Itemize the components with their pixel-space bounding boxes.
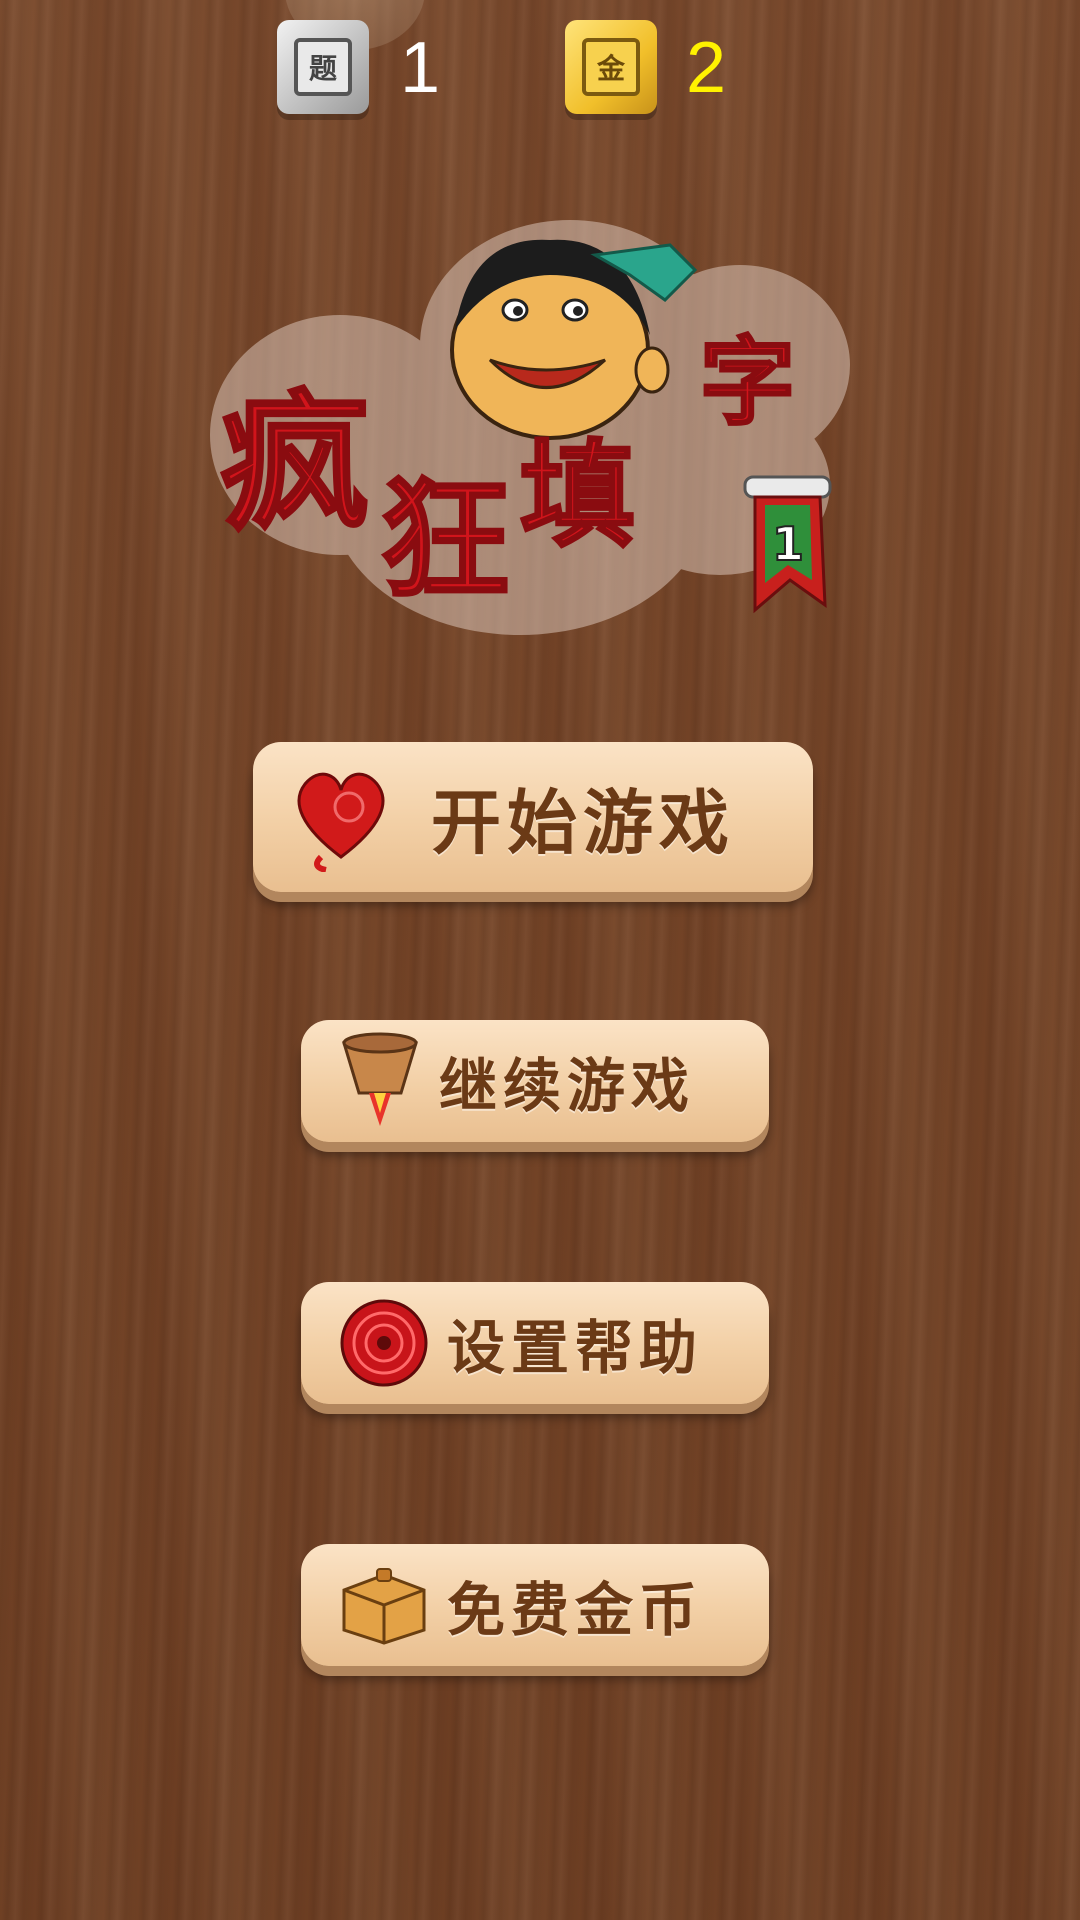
level-banner-icon: 1 (743, 475, 832, 614)
continue-game-button[interactable]: 继续游戏 (301, 1020, 769, 1142)
question-tile-icon: 题 (277, 20, 369, 114)
question-count: 1 (400, 28, 441, 108)
logo-char-1: 疯 (220, 377, 370, 551)
logo-char-4: 字 (700, 328, 795, 438)
heart-icon (297, 772, 385, 872)
gold-tile-icon: 金 (565, 20, 657, 114)
settings-help-button[interactable]: 设置帮助 (301, 1282, 769, 1404)
start-game-label: 开始游戏 (431, 781, 735, 864)
free-coins-button[interactable]: 免费金币 (301, 1544, 769, 1666)
free-coins-label: 免费金币 (447, 1576, 704, 1644)
question-tile-glyph: 题 (294, 38, 352, 96)
gold-tile-glyph: 金 (582, 38, 640, 96)
swirl-disc-icon (340, 1299, 428, 1387)
logo-char-2: 狂 (380, 464, 510, 616)
start-game-button[interactable]: 开始游戏 (253, 742, 813, 892)
rocket-pot-icon (341, 1032, 419, 1126)
logo-char-3: 填 (520, 429, 635, 563)
treasure-box-icon (342, 1568, 426, 1645)
continue-game-label: 继续游戏 (439, 1052, 696, 1120)
settings-help-label: 设置帮助 (447, 1314, 704, 1382)
gold-count: 2 (686, 28, 727, 108)
game-logo: 疯 狂 填 字 1 (210, 220, 850, 635)
level-banner-number: 1 (772, 517, 804, 571)
